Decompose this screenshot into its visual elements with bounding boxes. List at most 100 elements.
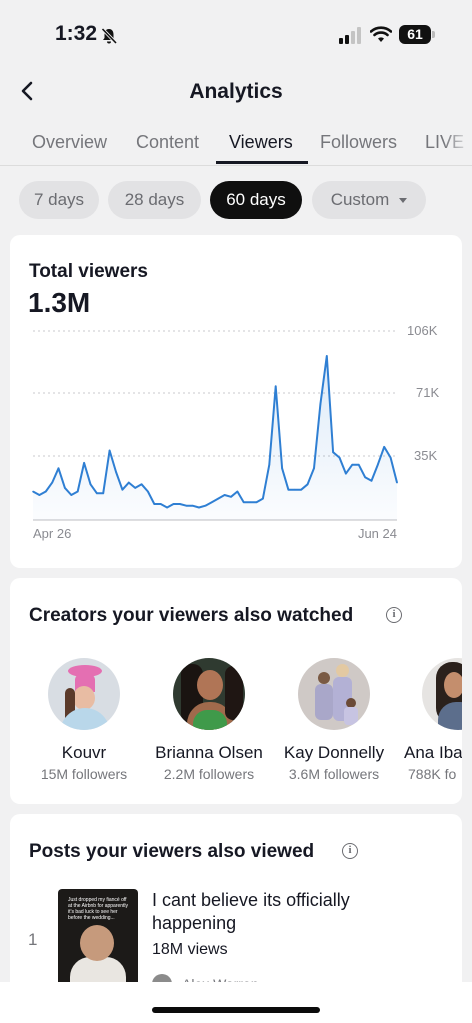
bell-off-icon [101,27,118,45]
battery-indicator: 61 [399,25,435,44]
chart-point [223,494,226,496]
creator-name: Kouvr [61,743,107,762]
chart-point [338,456,341,459]
range-60-days[interactable]: 60 days [210,181,302,219]
nav-bar: Analytics [0,70,472,114]
chart-point [255,501,258,504]
chart-point [51,481,53,484]
chart-point [147,490,149,493]
tab-overview[interactable]: Overview [32,132,107,153]
chart-point [294,488,296,491]
creator-item[interactable]: Kouvr 15M followers [19,658,149,782]
tab-content[interactable]: Content [136,132,199,153]
chart-point [172,503,175,505]
chart-point [313,467,315,470]
info-icon[interactable]: i [386,607,402,623]
x-tick-label-start: Apr 26 [33,526,71,541]
chart-point [32,490,34,493]
y-tick-label: 35K [414,448,437,463]
y-tick-label: 71K [416,385,439,400]
chart-point [191,504,194,507]
posts-section-title: Posts your viewers also viewed [29,841,315,862]
avatar [173,658,245,730]
range-custom-label: Custom [330,190,390,209]
chart-point [198,506,200,509]
active-tab-indicator [216,161,308,164]
info-icon[interactable]: i [342,843,358,859]
post-thumbnail[interactable]: Just dropped my fiancé off at the Airbnb… [58,889,138,994]
chart-point [345,472,347,475]
chart-point [217,497,219,500]
creator-followers: 15M followers [40,766,128,782]
range-7-days[interactable]: 7 days [19,181,99,219]
chart-point [159,503,162,505]
creator-followers: 2.2M followers [163,766,255,782]
post-views: 18M views [152,941,228,958]
chart-point [166,506,168,509]
chart-point [185,504,188,507]
tab-viewers[interactable]: Viewers [229,132,293,153]
creator-name: Ana Iba [404,743,462,762]
post-rank: 1 [28,930,38,949]
chart-point [306,483,309,486]
chart-point [134,487,136,489]
chart-point [389,456,392,459]
viewers-area-fill [33,356,397,520]
total-viewers-card: Total viewers 1.3M 106K 71K 35K Apr 26 J… [10,235,462,568]
chart-point [115,471,117,473]
x-tick-label-end: Jun 24 [358,526,397,541]
page-title: Analytics [189,80,283,103]
avatar [298,658,370,730]
chart-point [83,462,85,464]
chart-point [211,501,213,504]
bottom-bar [0,982,472,1023]
chart-point [281,467,283,470]
home-indicator[interactable] [152,1007,320,1013]
chart-point [102,492,104,495]
chart-point [70,494,73,496]
chart-point [108,449,111,452]
signal-icon [339,27,361,44]
chart-point [128,481,130,484]
post-thumbnail-caption: Just dropped my fiancé off at the Airbnb… [68,897,129,921]
post-title[interactable]: I cant believe its officially happening [152,889,412,935]
caret-down-icon [399,198,408,204]
chart-point [96,492,98,495]
creator-item[interactable]: Kay Donnelly 3.6M followers [269,658,399,782]
chart-point [153,503,156,505]
tabs-fade [444,118,472,164]
chart-point [140,483,143,486]
y-tick-label: 106K [407,323,438,338]
creator-name: Brianna Olsen [155,743,263,762]
thumb-face [80,925,114,961]
chart-point [230,496,232,498]
creator-followers: 3.6M followers [288,766,380,782]
chart-point [300,488,303,491]
chart-point [274,385,277,388]
chart-point [319,403,322,405]
chart-point [249,501,251,504]
chart-point [45,490,47,493]
analytics-tabs: Overview Content Viewers Followers LIVE [0,118,472,166]
creator-item[interactable]: Brianna Olsen 2.2M followers [144,658,274,782]
chart-point [64,487,66,489]
chart-point [204,504,207,507]
chart-point [351,463,354,466]
chart-point [236,490,239,493]
chart-point [287,488,290,491]
creator-followers: 788K fo [408,766,457,782]
creator-item[interactable]: Ana Iba 788K fo [394,658,462,782]
tab-followers[interactable]: Followers [320,132,397,153]
avatar [422,658,462,730]
chart-point [357,463,360,466]
chart-point [332,451,334,453]
chart-point [57,467,60,470]
creators-card: Creators your viewers also watched i Kou… [10,578,462,804]
range-28-days[interactable]: 28 days [108,181,201,219]
avatar [48,658,120,730]
chart-point [383,446,386,448]
chart-point [179,503,181,505]
range-custom[interactable]: Custom [312,181,426,219]
chart-point [268,463,271,466]
chart-point [242,501,245,504]
